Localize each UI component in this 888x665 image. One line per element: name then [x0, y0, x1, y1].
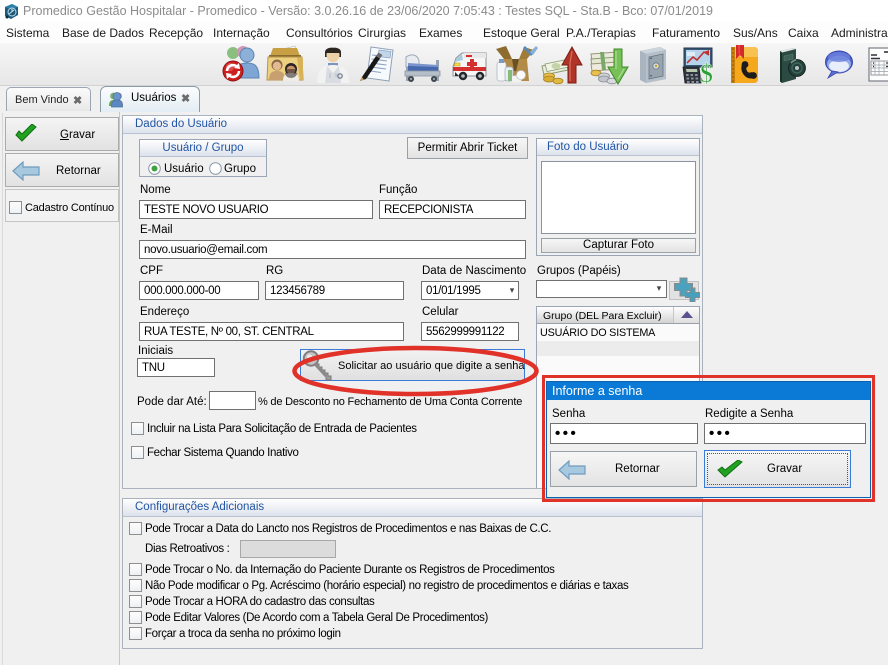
svg-text:$: $ [700, 59, 713, 86]
